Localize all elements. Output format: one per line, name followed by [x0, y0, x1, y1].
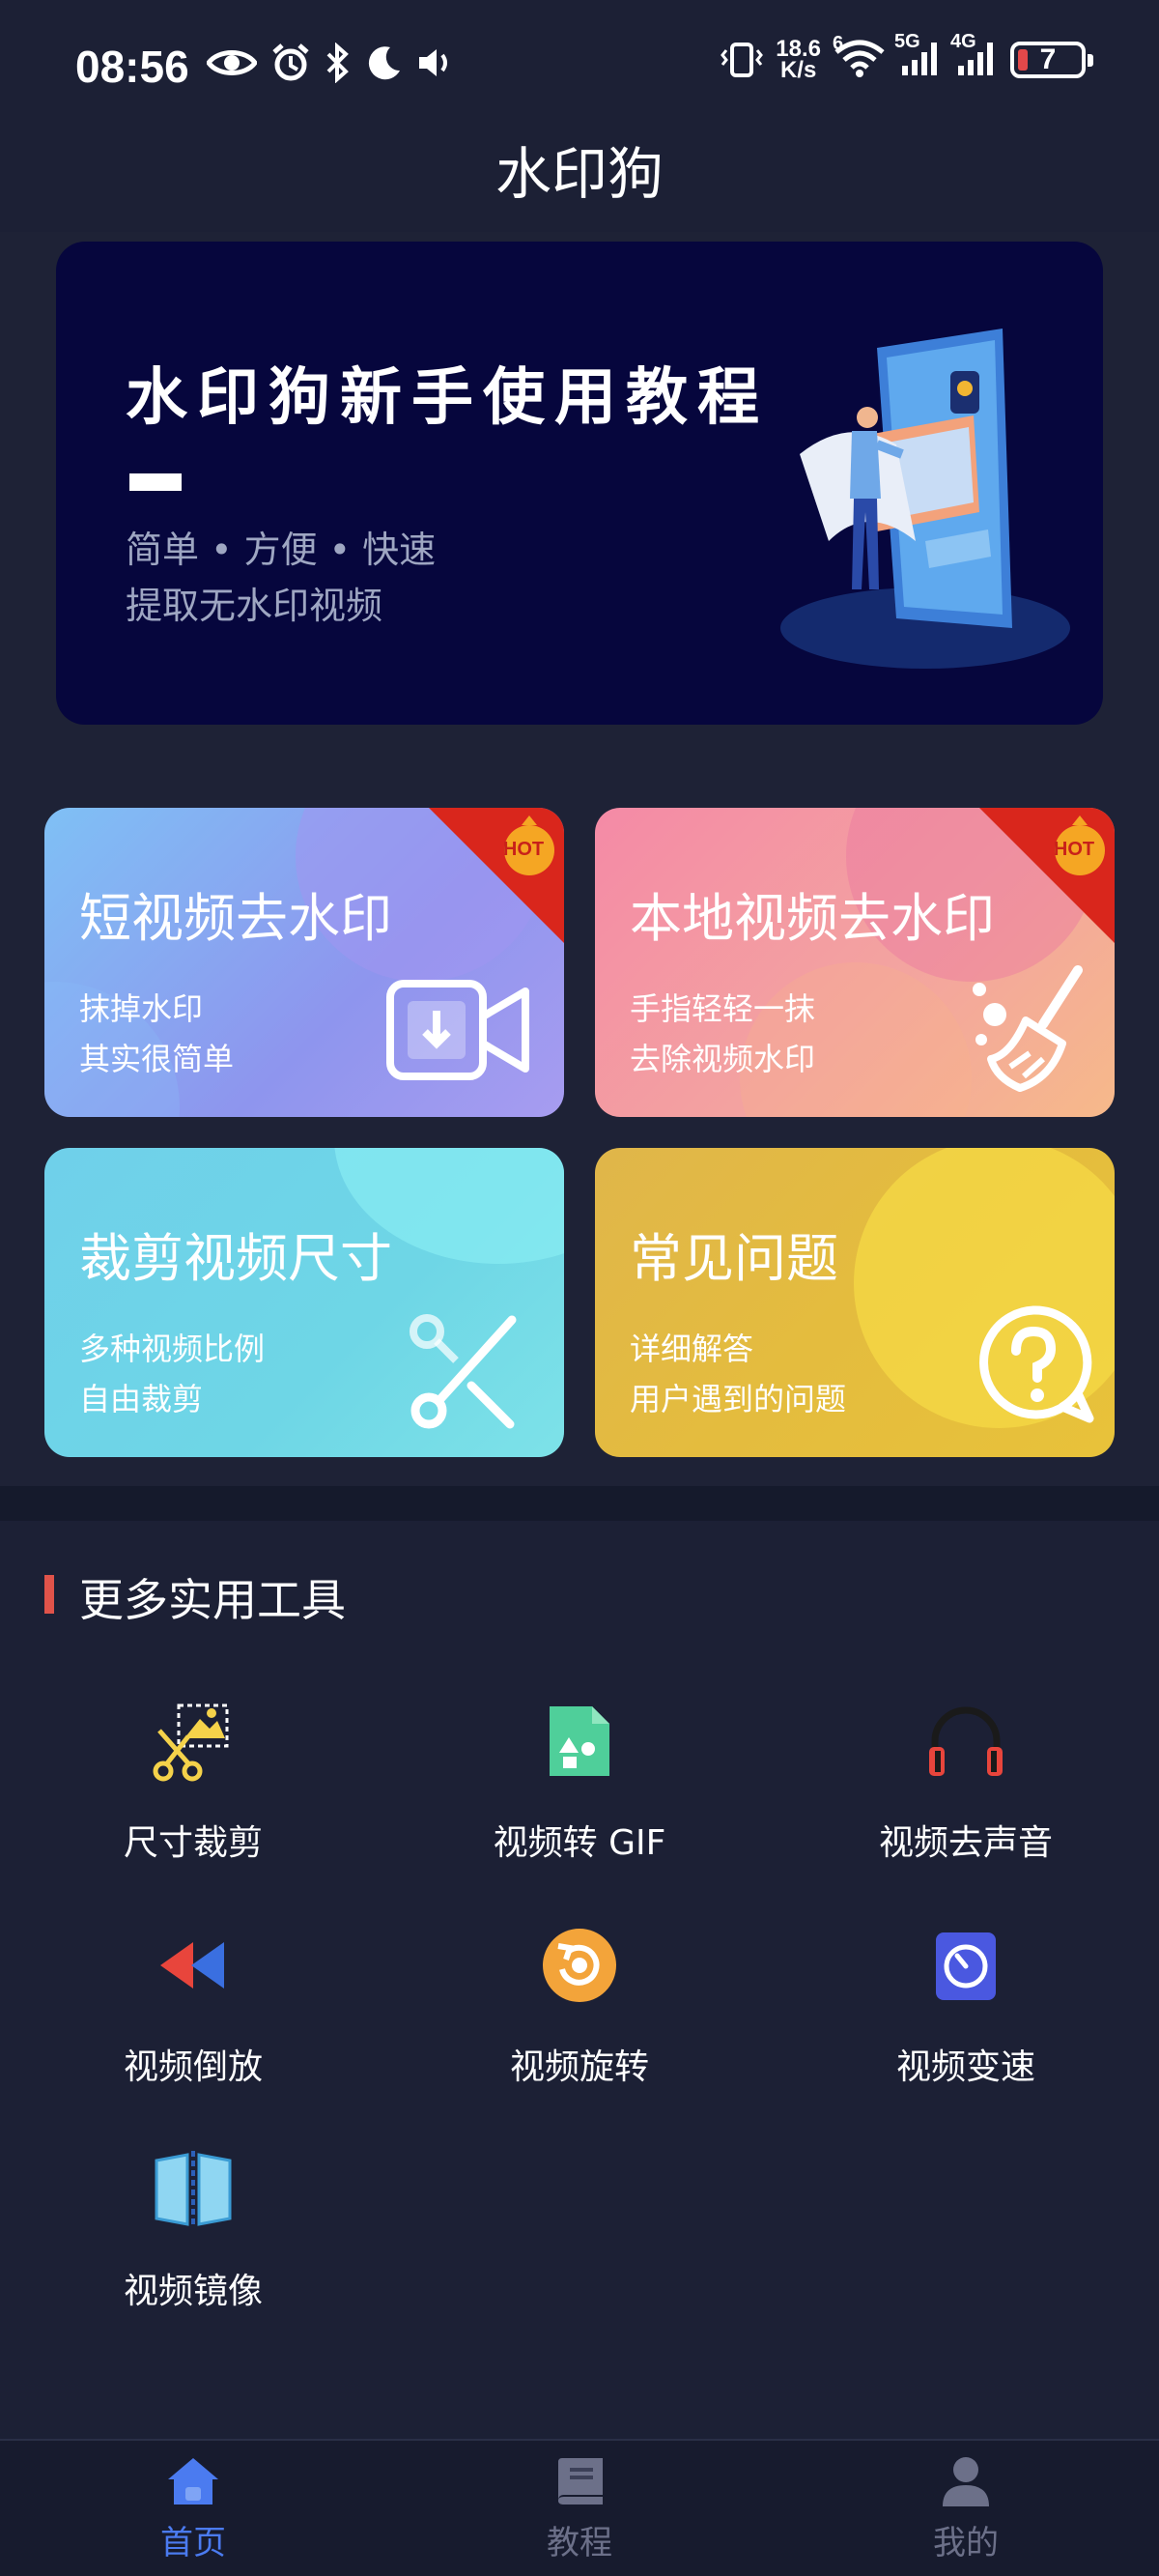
card-subtitle: 多种视频比例 自由裁剪 — [79, 1324, 265, 1424]
bottom-nav: 首页 教程 我的 — [0, 2439, 1159, 2576]
network-speed-unit: K/s — [779, 57, 817, 83]
nav-item-home[interactable]: 首页 — [97, 2454, 290, 2563]
book-icon — [558, 2458, 603, 2504]
card-subtitle-line: 其实很简单 — [79, 1041, 235, 1077]
tutorial-banner[interactable]: 水印狗新手使用教程 简单 • 方便 • 快速 提取无水印视频 — [56, 242, 1103, 725]
tool-label: 视频转 GIF — [493, 1823, 666, 1863]
tool-mute[interactable]: 视频去声音 — [821, 1693, 1111, 1865]
moon-icon — [368, 46, 400, 80]
home-icon — [168, 2458, 218, 2504]
hot-badge-label: HOT — [1053, 839, 1095, 860]
tool-label: 视频变速 — [895, 2047, 1035, 2087]
bluetooth-icon — [326, 43, 349, 83]
card-subtitle: 抹掉水印 其实很简单 — [79, 984, 234, 1084]
battery-icon: 7 — [1010, 42, 1093, 78]
crop-scissors-icon — [145, 1693, 241, 1789]
tool-gif[interactable]: 视频转 GIF — [435, 1693, 724, 1865]
tool-label: 尺寸裁剪 — [123, 1823, 263, 1863]
tool-mirror[interactable]: 视频镜像 — [48, 2141, 338, 2313]
user-icon — [943, 2457, 989, 2506]
speed-dial-icon — [918, 1917, 1014, 2014]
vibrate-icon — [721, 43, 764, 77]
question-bubble-icon — [979, 1305, 1094, 1423]
card-subtitle-line: 用户遇到的问题 — [630, 1381, 847, 1417]
status-bar: 08:56 18.6 K/s 6 5G 4G 7 — [0, 0, 1159, 135]
section-title: 更多实用工具 — [79, 1574, 346, 1626]
sim2-tag: 4G — [950, 31, 976, 52]
eye-icon — [207, 50, 257, 75]
tool-speed[interactable]: 视频变速 — [821, 1917, 1111, 2089]
card-subtitle-line: 多种视频比例 — [79, 1331, 266, 1367]
card-title: 短视频去水印 — [79, 888, 392, 949]
video-download-icon — [386, 980, 529, 1080]
nav-label: 首页 — [160, 2524, 226, 2562]
card-crop-video-size[interactable]: 裁剪视频尺寸 多种视频比例 自由裁剪 — [44, 1148, 564, 1457]
tool-label: 视频镜像 — [123, 2272, 263, 2311]
card-title: 常见问题 — [630, 1228, 838, 1289]
rewind-icon — [145, 1917, 241, 2014]
hot-badge-label: HOT — [502, 839, 545, 860]
rotate-icon — [531, 1917, 628, 2014]
card-subtitle-line: 详细解答 — [630, 1331, 754, 1367]
headphones-icon — [918, 1693, 1014, 1789]
hot-badge — [979, 808, 1115, 943]
card-faq[interactable]: 常见问题 详细解答 用户遇到的问题 — [595, 1148, 1115, 1457]
status-time: 08:56 — [75, 42, 189, 92]
card-subtitle-line: 去除视频水印 — [630, 1041, 816, 1077]
tool-label: 视频倒放 — [123, 2047, 263, 2087]
nav-item-tutorial[interactable]: 教程 — [483, 2454, 676, 2563]
battery-level: 7 — [1039, 43, 1057, 75]
nav-label: 我的 — [933, 2524, 999, 2562]
card-subtitle: 手指轻轻一抹 去除视频水印 — [630, 984, 815, 1084]
tool-rotate[interactable]: 视频旋转 — [435, 1917, 724, 2089]
card-subtitle-line: 手指轻轻一抹 — [630, 990, 816, 1027]
broom-icon — [973, 965, 1083, 1092]
wifi-tag: 6 — [833, 33, 844, 54]
card-subtitle-line: 自由裁剪 — [79, 1381, 204, 1417]
tool-label: 视频去声音 — [878, 1823, 1053, 1863]
gif-file-icon — [531, 1693, 628, 1789]
tutorial-illustration — [780, 329, 1070, 669]
banner-divider — [129, 473, 182, 491]
nav-item-profile[interactable]: 我的 — [869, 2454, 1062, 2563]
card-subtitle: 详细解答 用户遇到的问题 — [630, 1324, 846, 1424]
banner-subtitle-1: 简单 • 方便 • 快速 — [126, 529, 437, 571]
tool-label: 视频旋转 — [509, 2047, 649, 2087]
nav-label: 教程 — [547, 2524, 612, 2562]
tool-reverse[interactable]: 视频倒放 — [48, 1917, 338, 2089]
status-right-icons: 18.6 K/s 6 5G 4G 7 — [720, 31, 1093, 83]
tool-crop[interactable]: 尺寸裁剪 — [48, 1693, 338, 1865]
card-subtitle-line: 抹掉水印 — [79, 990, 204, 1027]
alarm-icon — [272, 43, 309, 81]
section-divider — [0, 1486, 1159, 1521]
card-local-video-watermark[interactable]: HOT 本地视频去水印 手指轻轻一抹 去除视频水印 — [595, 808, 1115, 1117]
banner-title: 水印狗新手使用教程 — [126, 362, 769, 434]
volume-icon — [419, 49, 447, 76]
card-title: 本地视频去水印 — [630, 888, 995, 949]
card-short-video-watermark[interactable]: HOT 短视频去水印 抹掉水印 其实很简单 — [44, 808, 564, 1117]
hot-badge — [429, 808, 564, 943]
page-title: 水印狗 — [0, 135, 1159, 232]
card-title: 裁剪视频尺寸 — [79, 1228, 392, 1289]
network-speed: 18.6 K/s — [776, 38, 821, 83]
mirror-icon — [145, 2141, 241, 2238]
banner-subtitle-2: 提取无水印视频 — [126, 585, 383, 627]
scissors-icon — [410, 1314, 517, 1429]
section-marker — [44, 1575, 54, 1614]
status-left-icons — [207, 43, 456, 83]
sim1-tag: 5G — [894, 31, 920, 52]
